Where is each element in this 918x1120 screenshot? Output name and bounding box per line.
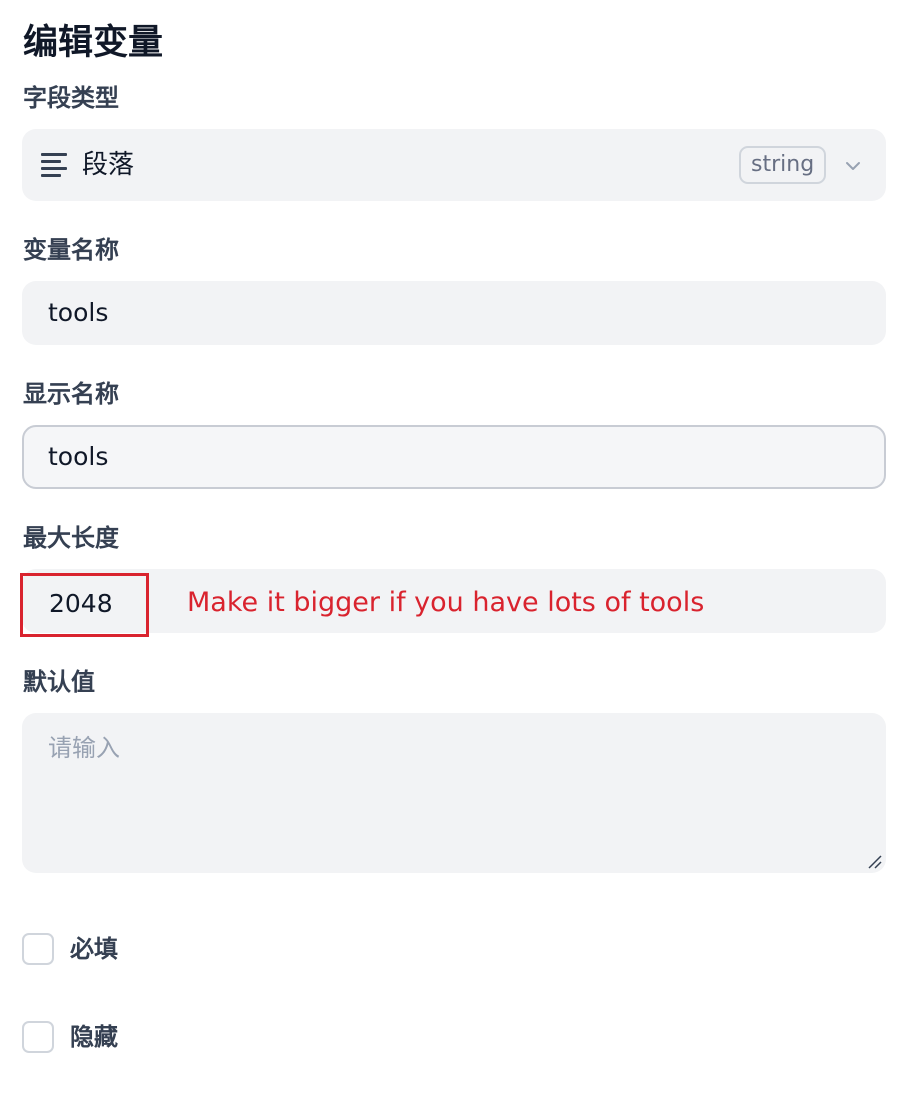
field-type-select[interactable]: 段落 string [22,129,886,201]
max-length-annotation: Make it bigger if you have lots of tools [187,587,705,618]
default-value-label: 默认值 [23,668,95,696]
display-name-input[interactable]: tools [22,425,886,489]
resize-handle-icon[interactable] [866,853,882,869]
variable-name-value: tools [48,298,109,327]
variable-name-label: 变量名称 [23,236,119,264]
field-type-value: 段落 [82,150,135,180]
chevron-down-icon [846,162,860,170]
type-badge: string [739,146,827,184]
hidden-checkbox[interactable] [22,1021,54,1053]
display-name-value: tools [48,442,109,471]
default-value-textarea[interactable]: 请输入 [22,713,886,873]
dialog-title: 编辑变量 [23,23,164,63]
field-type-label: 字段类型 [23,84,119,112]
variable-name-input[interactable]: tools [22,281,886,345]
max-length-value: 2048 [20,573,149,637]
default-value-placeholder: 请输入 [48,734,120,762]
max-length-label: 最大长度 [23,524,119,552]
display-name-label: 显示名称 [23,380,119,408]
hidden-label: 隐藏 [70,1023,118,1051]
required-label: 必填 [70,935,118,963]
required-checkbox[interactable] [22,933,54,965]
paragraph-lines-icon [41,153,67,177]
